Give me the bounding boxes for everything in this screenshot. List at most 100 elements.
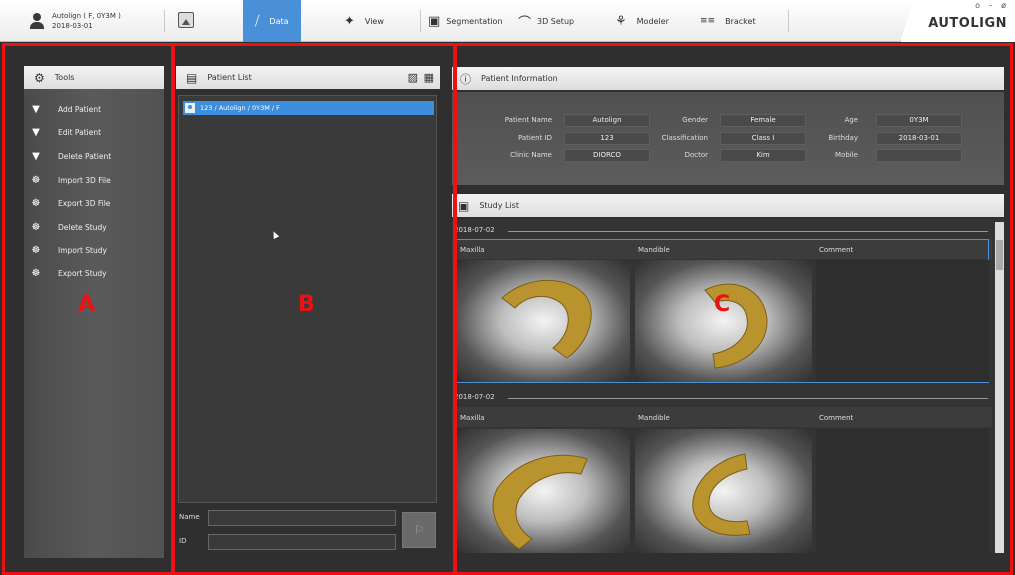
study-list-scrollbar[interactable] (995, 222, 1004, 553)
divider (420, 10, 421, 32)
maxilla-model-icon (501, 279, 592, 359)
tab-3d-setup-label: 3D Setup (537, 16, 575, 26)
search-icon: ⚐ (413, 523, 425, 537)
import-study-button[interactable]: ☸ Import Study (30, 240, 107, 260)
mandible-model-icon (692, 453, 751, 536)
id-search-input[interactable] (208, 534, 396, 550)
current-patient-name: Autolign ( F, 0Y3M ) (52, 12, 121, 20)
mandible-model-icon (704, 283, 768, 369)
current-patient-date: 2018-03-01 (52, 22, 93, 30)
comment-cell[interactable] (816, 429, 989, 553)
date-divider (508, 398, 988, 399)
setup-icon: ⌒ (518, 15, 532, 31)
patient-name-label: Patient Name (504, 116, 552, 124)
user-icon (30, 13, 44, 29)
study-column-header (452, 407, 992, 427)
add-patient-icon: ▼ (32, 103, 40, 115)
divider (164, 10, 165, 32)
study-list-title: Study List (479, 201, 519, 210)
gender-label: Gender (682, 116, 708, 124)
top-toolbar: Autolign ( F, 0Y3M ) 2018-03-01 ⧸ Data ✦… (0, 0, 1015, 42)
tab-modeler[interactable]: ⚘ Modeler (615, 0, 669, 42)
calendar-icon[interactable]: ▦ (424, 71, 434, 84)
gear-icon: ⚙ (34, 70, 45, 85)
tab-data-label: Data (269, 16, 289, 26)
patient-list-header: ▤ Patient List ▨ ▦ (176, 66, 440, 89)
scrollbar-thumb[interactable] (996, 240, 1003, 270)
import-study-label: Import Study (58, 245, 107, 255)
study-date: 2018-07-02 (454, 226, 495, 234)
patient-entry-label: 123 / Autolign / 0Y3M / F (200, 104, 280, 112)
divider (788, 10, 789, 32)
comment-cell[interactable] (816, 260, 989, 382)
name-label: Name (179, 513, 200, 521)
delete-study-button[interactable]: ☸ Delete Study (30, 217, 107, 237)
patient-search-icon[interactable]: ▨ (408, 71, 418, 84)
age-label: Age (844, 116, 858, 124)
patient-info-header: ⓘ Patient Information (452, 67, 1004, 90)
tab-segmentation-label: Segmentation (446, 16, 503, 26)
mandible-thumbnail[interactable] (635, 260, 812, 382)
clinic-name-value: DIORCO (564, 149, 650, 162)
delete-study-label: Delete Study (58, 222, 107, 232)
name-search-input[interactable] (208, 510, 396, 526)
delete-patient-icon: ▼ (32, 150, 40, 162)
tab-view-label: View (364, 16, 384, 26)
user-icon (185, 103, 195, 113)
tab-view[interactable]: ✦ View (344, 0, 384, 42)
maxilla-column: Maxilla (460, 414, 485, 422)
export-3d-icon: ☸ (31, 197, 41, 209)
import-3d-file-button[interactable]: ☸ Import 3D File (30, 170, 111, 190)
search-button[interactable]: ⚐ (402, 512, 436, 548)
id-label: ID (179, 537, 187, 545)
list-item[interactable]: 123 / Autolign / 0Y3M / F (183, 101, 434, 115)
classification-label: Classification (661, 134, 708, 142)
annotation-label-b: B (298, 292, 315, 317)
patient-info-title: Patient Information (481, 74, 558, 83)
patient-list-title: Patient List (207, 73, 252, 82)
tools-header: ⚙ Tools (24, 66, 164, 89)
tab-segmentation[interactable]: ▣ Segmentation (428, 0, 503, 42)
doctor-value: Kim (720, 149, 806, 162)
delete-patient-label: Delete Patient (58, 151, 112, 161)
mobile-label: Mobile (835, 151, 858, 159)
maxilla-model-icon (492, 454, 588, 550)
image-gallery-icon[interactable] (178, 12, 194, 28)
tab-data[interactable]: ⧸ Data (243, 0, 301, 42)
edit-patient-label: Edit Patient (58, 127, 102, 137)
annotation-label-c: C (714, 292, 731, 317)
study-list-header: ▣ Study List (452, 194, 1004, 217)
export-study-button[interactable]: ☸ Export Study (30, 263, 107, 283)
edit-patient-button[interactable]: ▼ Edit Patient (30, 122, 101, 142)
classification-value: Class I (720, 132, 806, 145)
window-controls[interactable]: o – ø (975, 1, 1009, 10)
maxilla-thumbnail[interactable] (457, 260, 630, 382)
edit-patient-icon: ▼ (32, 126, 40, 138)
doctor-label: Doctor (684, 151, 708, 159)
modeler-icon: ⚘ (615, 13, 627, 29)
export-study-label: Export Study (58, 268, 107, 278)
mandible-thumbnail[interactable] (635, 429, 812, 553)
tab-bracket-label: Bracket (725, 16, 756, 26)
tab-bracket[interactable]: ≡≡ Bracket (700, 0, 756, 42)
import-3d-icon: ☸ (31, 174, 41, 186)
export-3d-label: Export 3D File (58, 198, 111, 208)
study-list: 2018-07-02 Maxilla Mandible Comment 2018… (452, 219, 1004, 553)
date-divider (508, 231, 988, 232)
export-3d-file-button[interactable]: ☸ Export 3D File (30, 193, 111, 213)
maxilla-thumbnail[interactable] (457, 429, 630, 553)
segmentation-icon: ▣ (428, 13, 441, 29)
app-logo: AUTOLIGN (928, 16, 1007, 31)
bracket-icon: ≡≡ (700, 16, 716, 26)
birthday-label: Birthday (828, 134, 858, 142)
tab-3d-setup[interactable]: ⌒ 3D Setup (518, 0, 574, 42)
delete-patient-button[interactable]: ▼ Delete Patient (30, 146, 111, 166)
birthday-value: 2018-03-01 (876, 132, 962, 145)
mandible-column: Mandible (638, 414, 670, 422)
current-patient[interactable]: Autolign ( F, 0Y3M ) 2018-03-01 (30, 6, 121, 36)
tab-modeler-label: Modeler (636, 16, 669, 26)
age-value: 0Y3M (876, 114, 962, 127)
patient-name-value: Autolign (564, 114, 650, 127)
add-patient-button[interactable]: ▼ Add Patient (30, 99, 101, 119)
tools-title: Tools (54, 73, 75, 82)
